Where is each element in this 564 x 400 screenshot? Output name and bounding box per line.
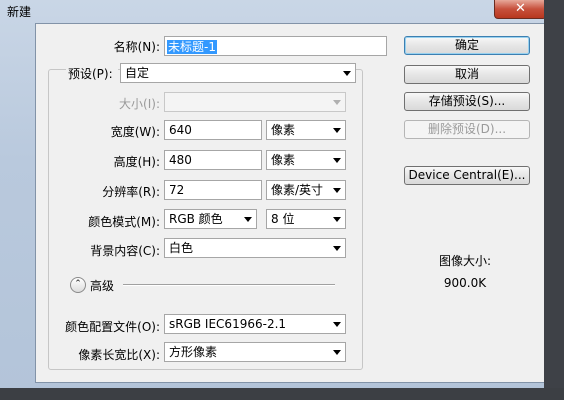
- preset-label: 预设(P):: [68, 67, 113, 81]
- chevron-down-icon: [333, 100, 341, 105]
- resolution-input[interactable]: 72: [164, 180, 262, 200]
- color-profile-dropdown[interactable]: sRGB IEC61966-2.1: [164, 314, 346, 334]
- cancel-button[interactable]: 取消: [404, 65, 530, 84]
- color-profile-label: 颜色配置文件(O):: [65, 320, 160, 334]
- width-unit-value: 像素: [271, 123, 296, 137]
- background-value: 白色: [169, 241, 194, 255]
- width-label: 宽度(W):: [110, 125, 160, 139]
- width-unit-dropdown[interactable]: 像素: [266, 120, 346, 140]
- ok-button[interactable]: 确定: [404, 36, 530, 55]
- close-icon: ✕: [515, 1, 526, 16]
- pixel-aspect-label: 像素长宽比(X):: [78, 348, 160, 362]
- save-preset-button[interactable]: 存储预设(S)...: [404, 92, 530, 111]
- background-dropdown[interactable]: 白色: [164, 238, 346, 258]
- name-input-value: 未标题-1: [167, 40, 217, 54]
- name-input[interactable]: 未标题-1: [164, 36, 387, 56]
- size-dropdown[interactable]: [164, 92, 346, 112]
- resolution-unit-value: 像素/英寸: [271, 183, 324, 197]
- chevron-down-icon: [343, 71, 351, 76]
- background-strip: [544, 0, 564, 400]
- background-strip-bottom: [0, 388, 564, 400]
- height-label: 高度(H):: [113, 155, 160, 169]
- bit-depth-value: 8 位: [271, 212, 295, 226]
- image-size-value: 900.0K: [443, 276, 487, 290]
- window-title: 新建: [7, 5, 32, 19]
- chevron-down-icon: [333, 188, 341, 193]
- chevron-down-icon: [333, 322, 341, 327]
- preset-value: 自定: [125, 66, 150, 80]
- preset-dropdown[interactable]: 自定: [120, 63, 356, 83]
- height-unit-dropdown[interactable]: 像素: [266, 150, 346, 170]
- chevron-down-icon: [333, 246, 341, 251]
- chevron-down-icon: [333, 158, 341, 163]
- advanced-divider: [123, 284, 335, 286]
- width-input[interactable]: 640: [164, 120, 262, 140]
- device-central-button[interactable]: Device Central(E)...: [404, 166, 530, 185]
- chevron-down-icon: [333, 128, 341, 133]
- resolution-unit-dropdown[interactable]: 像素/英寸: [266, 180, 346, 200]
- delete-preset-button[interactable]: 删除预设(D)...: [404, 120, 530, 139]
- bit-depth-dropdown[interactable]: 8 位: [266, 209, 346, 229]
- dialog-window: 新建 ✕ 名称(N): 未标题-1 预设(P): 自定 大小(I): 宽度(W)…: [0, 0, 564, 400]
- background-label: 背景内容(C):: [90, 244, 160, 258]
- height-unit-value: 像素: [271, 153, 296, 167]
- color-profile-value: sRGB IEC61966-2.1: [169, 317, 287, 331]
- chevron-down-icon: [333, 350, 341, 355]
- advanced-toggle-icon[interactable]: ⌃: [70, 277, 86, 293]
- color-mode-label: 颜色模式(M):: [88, 215, 160, 229]
- height-input[interactable]: 480: [164, 150, 262, 170]
- color-mode-value: RGB 颜色: [169, 212, 223, 226]
- image-size-label: 图像大小:: [438, 254, 492, 268]
- color-mode-dropdown[interactable]: RGB 颜色: [164, 209, 257, 229]
- size-label: 大小(I):: [119, 97, 160, 111]
- chevron-down-icon: [244, 217, 252, 222]
- name-label: 名称(N):: [113, 40, 160, 54]
- pixel-aspect-value: 方形像素: [169, 345, 218, 359]
- pixel-aspect-dropdown[interactable]: 方形像素: [164, 342, 346, 362]
- chevron-down-icon: [333, 217, 341, 222]
- close-button[interactable]: ✕: [494, 0, 547, 19]
- resolution-label: 分辨率(R):: [102, 185, 160, 199]
